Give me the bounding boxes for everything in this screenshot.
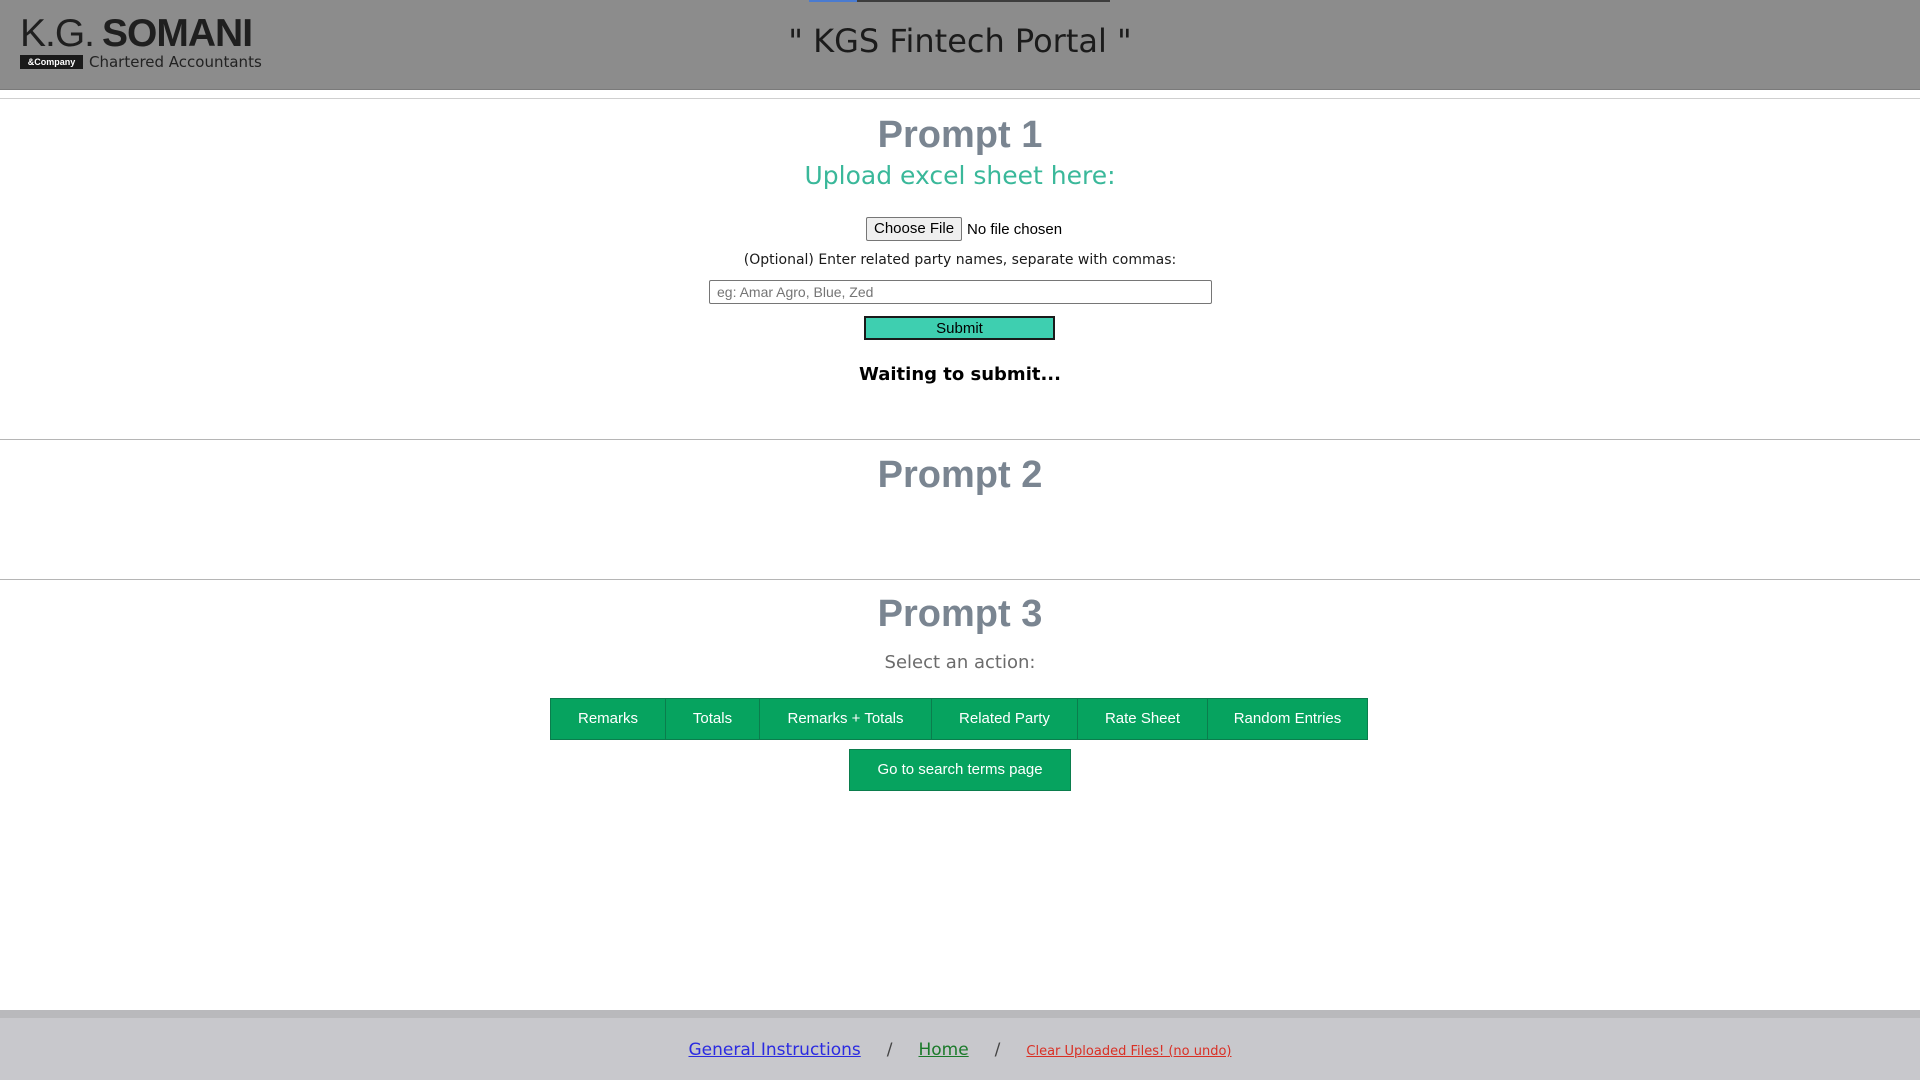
select-action-label: Select an action: xyxy=(884,652,1036,673)
page-load-progress-bar xyxy=(809,0,1110,2)
prompt2-heading: Prompt 2 xyxy=(877,454,1043,496)
prompt3-heading: Prompt 3 xyxy=(877,593,1043,635)
related-party-input[interactable] xyxy=(709,280,1212,304)
site-footer: General Instructions / Home / Clear Uploaded… xyxy=(0,1018,1920,1080)
remarks-button[interactable]: Remarks xyxy=(551,699,666,739)
random-entries-button[interactable]: Random Entries xyxy=(1208,699,1367,739)
site-header: K.G. SOMANI &Company Chartered Accountant… xyxy=(0,0,1920,90)
action-button-group: Remarks Totals Remarks + Totals Related … xyxy=(550,698,1368,740)
related-party-button[interactable]: Related Party xyxy=(932,699,1078,739)
footer-separator: / xyxy=(886,1040,893,1060)
rate-sheet-button[interactable]: Rate Sheet xyxy=(1078,699,1208,739)
prompt1-subheading: Upload excel sheet here: xyxy=(804,161,1116,190)
header-divider xyxy=(0,98,1920,99)
choose-file-button[interactable]: Choose File xyxy=(866,217,963,241)
footer-border xyxy=(0,1010,1920,1018)
footer-separator: / xyxy=(994,1040,1001,1060)
search-terms-button[interactable]: Go to search terms page xyxy=(849,749,1071,791)
file-upload-control[interactable]: Choose File No file chosen xyxy=(866,217,1062,241)
totals-button[interactable]: Totals xyxy=(666,699,760,739)
home-link[interactable]: Home xyxy=(918,1040,968,1060)
remarks-totals-button[interactable]: Remarks + Totals xyxy=(760,699,932,739)
general-instructions-link[interactable]: General Instructions xyxy=(688,1040,860,1060)
file-status-text: No file chosen xyxy=(967,220,1063,238)
section-divider-2 xyxy=(0,579,1920,580)
related-party-label: (Optional) Enter related party names, se… xyxy=(743,252,1177,268)
submit-button[interactable]: Submit xyxy=(864,316,1055,340)
submit-status-text: Waiting to submit... xyxy=(859,364,1061,385)
footer-links: General Instructions / Home / Clear Uploaded… xyxy=(0,1040,1920,1060)
prompt1-heading: Prompt 1 xyxy=(877,114,1043,156)
progress-fill xyxy=(809,0,858,2)
clear-uploaded-files-link[interactable]: Clear Uploaded Files! (no undo) xyxy=(1026,1044,1231,1059)
section-divider-1 xyxy=(0,439,1920,440)
site-title: " KGS Fintech Portal " xyxy=(788,22,1132,60)
